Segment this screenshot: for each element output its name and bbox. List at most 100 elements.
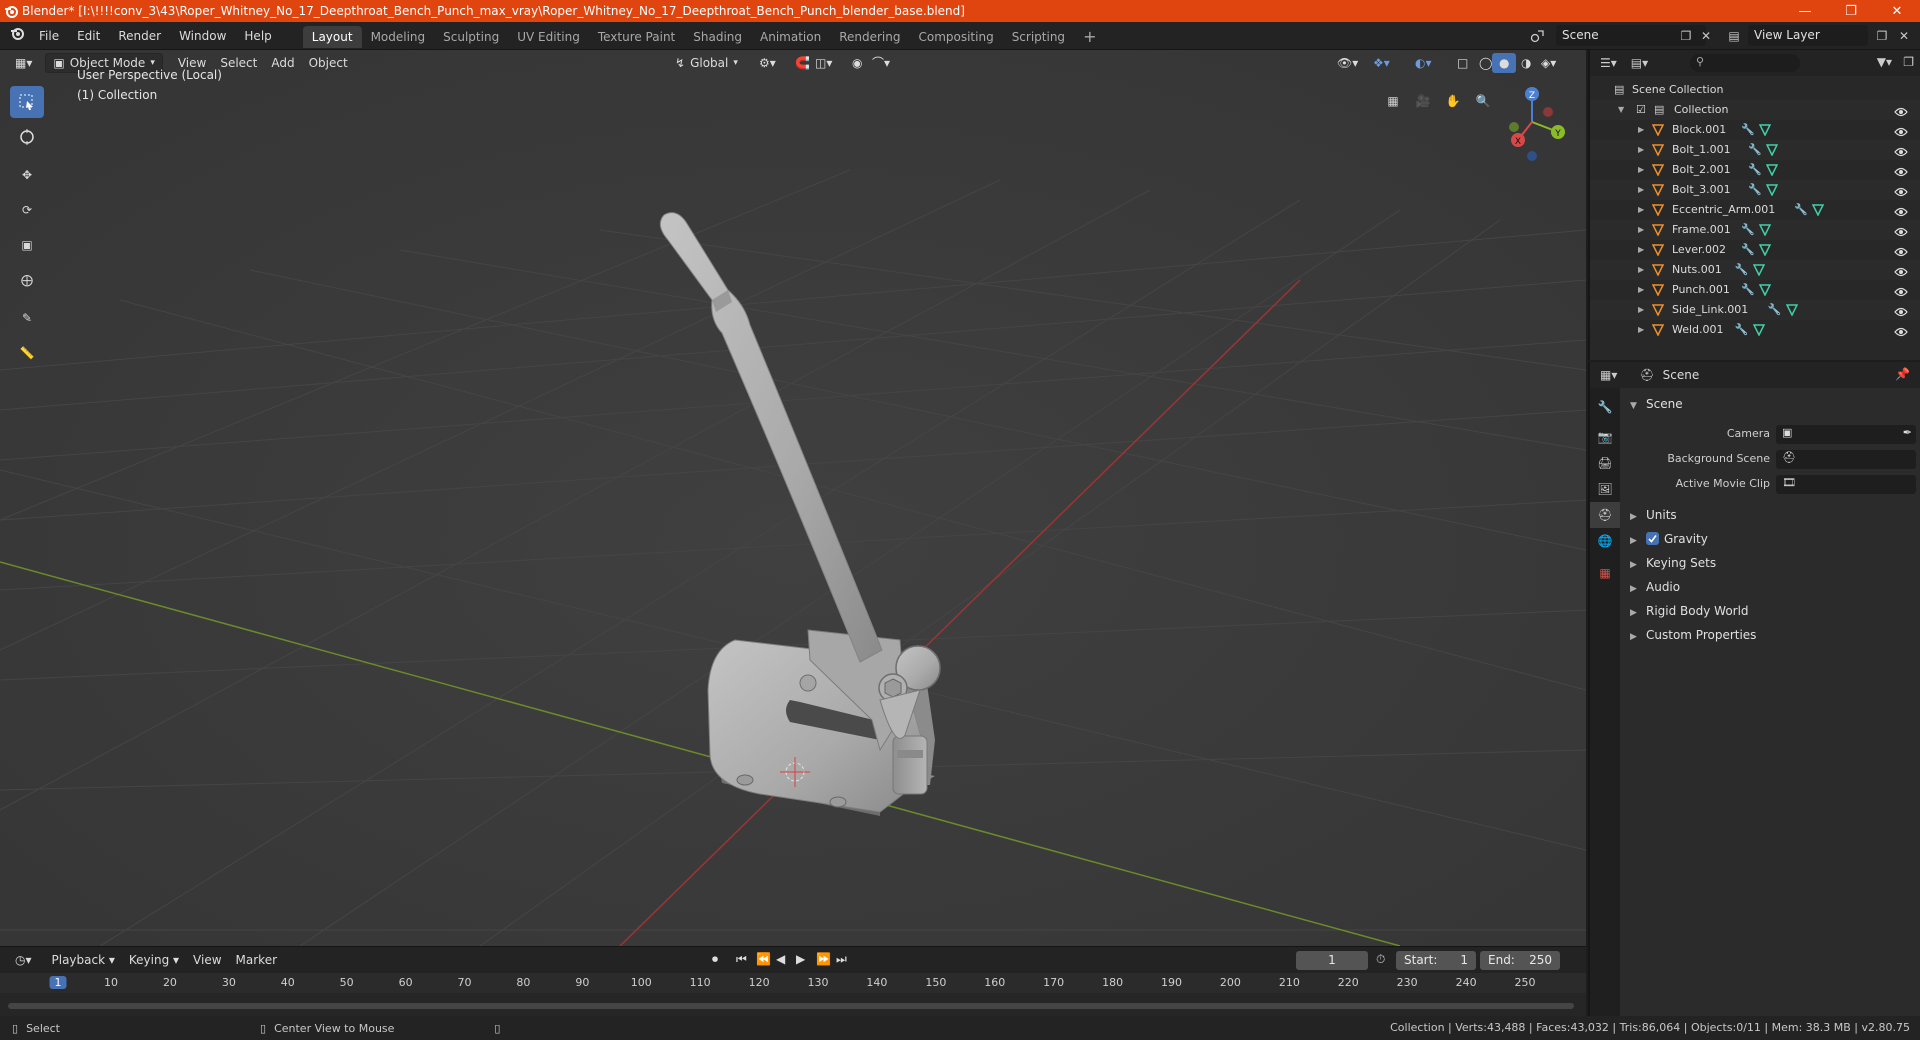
- collection-row[interactable]: ▼ ☑ ▤ Collection: [1590, 100, 1920, 120]
- expand-arrow-icon[interactable]: ▶: [1638, 200, 1644, 220]
- menu-window[interactable]: Window: [170, 22, 235, 50]
- select-box-tool[interactable]: [10, 86, 44, 118]
- editor-type-icon[interactable]: ▦▾: [8, 53, 39, 73]
- outliner-object-row[interactable]: ▶ Side_Link.001 🔧: [1590, 300, 1920, 320]
- display-mode-icon[interactable]: ▤▾: [1631, 56, 1648, 70]
- gizmo-toggle-icon[interactable]: ❖▾: [1366, 53, 1397, 73]
- expand-arrow-icon[interactable]: ▶: [1638, 280, 1644, 300]
- texture-tab-icon[interactable]: ▦: [1590, 560, 1620, 586]
- outliner-object-row[interactable]: ▶ Lever.002 🔧: [1590, 240, 1920, 260]
- clock-icon[interactable]: ⏱: [1376, 952, 1385, 967]
- active-movie-clip-field[interactable]: 🎞: [1776, 475, 1916, 494]
- modifier-wrench-icon[interactable]: 🔧: [1794, 200, 1808, 220]
- gravity-panel-header[interactable]: ▶ Gravity: [1620, 527, 1920, 551]
- menu-render[interactable]: Render: [109, 22, 170, 50]
- add-workspace-icon[interactable]: +: [1074, 26, 1105, 48]
- start-frame-field[interactable]: Start: 1: [1396, 951, 1476, 970]
- outliner-search-input[interactable]: ⚲: [1690, 54, 1800, 72]
- toggle-grid-icon[interactable]: ▦: [1380, 88, 1406, 114]
- transform-orientation-dropdown[interactable]: ↯ Global ▾: [668, 53, 745, 73]
- outliner-editor-type-icon[interactable]: ☰▾: [1600, 56, 1617, 70]
- falloff-icon[interactable]: ⌒▾: [865, 53, 897, 73]
- outliner-object-row[interactable]: ▶ Punch.001 🔧: [1590, 280, 1920, 300]
- expand-arrow-icon[interactable]: ▶: [1638, 240, 1644, 260]
- modifier-wrench-icon[interactable]: 🔧: [1748, 160, 1762, 180]
- eyedropper-icon[interactable]: ✒: [1903, 426, 1912, 439]
- jump-end-icon[interactable]: ⏭: [836, 952, 847, 967]
- maximize-button[interactable]: ❐: [1828, 0, 1874, 22]
- tab-sculpting[interactable]: Sculpting: [434, 26, 508, 48]
- annotate-tool[interactable]: ✎: [10, 302, 44, 334]
- expand-arrow-icon[interactable]: ▶: [1638, 140, 1644, 160]
- modifier-wrench-icon[interactable]: 🔧: [1741, 280, 1755, 300]
- outliner-object-row[interactable]: ▶ Eccentric_Arm.001 🔧: [1590, 200, 1920, 220]
- pan-view-icon[interactable]: ✋: [1440, 88, 1466, 114]
- scene-collection-row[interactable]: ▤ Scene Collection: [1590, 80, 1920, 100]
- transform-tool[interactable]: ⨁: [10, 264, 44, 296]
- menu-edit[interactable]: Edit: [68, 22, 109, 50]
- snap-target-icon[interactable]: ◫▾: [808, 53, 839, 73]
- render-tab-icon[interactable]: 📷: [1590, 424, 1620, 450]
- rigid-body-world-panel-header[interactable]: ▶ Rigid Body World: [1620, 599, 1920, 623]
- new-scene-icon[interactable]: ❐: [1676, 26, 1696, 46]
- view-layer-tab-icon[interactable]: 🖼: [1590, 476, 1620, 502]
- camera-view-icon[interactable]: 🎥: [1410, 88, 1436, 114]
- prev-keyframe-icon[interactable]: ⏪: [756, 952, 771, 966]
- units-panel-header[interactable]: ▶ Units: [1620, 503, 1920, 527]
- scene-type-icon[interactable]: [1528, 26, 1548, 46]
- checkbox-icon[interactable]: ☑: [1636, 100, 1646, 120]
- viewport-menu-object[interactable]: Object: [302, 53, 355, 73]
- modifier-wrench-icon[interactable]: 🔧: [1748, 180, 1762, 200]
- viewport-menu-add[interactable]: Add: [264, 53, 301, 73]
- mesh-data-icon[interactable]: [1752, 320, 1766, 343]
- measure-tool[interactable]: 📏: [10, 337, 44, 369]
- modifier-wrench-icon[interactable]: 🔧: [1741, 120, 1755, 140]
- outliner-object-row[interactable]: ▶ Frame.001 🔧: [1590, 220, 1920, 240]
- audio-panel-header[interactable]: ▶ Audio: [1620, 575, 1920, 599]
- current-frame-field[interactable]: 1: [1296, 951, 1368, 970]
- rendered-shading-icon[interactable]: ◈▾: [1534, 53, 1563, 73]
- outliner-object-row[interactable]: ▶ Bolt_3.001 🔧: [1590, 180, 1920, 200]
- tab-modeling[interactable]: Modeling: [362, 26, 435, 48]
- move-tool[interactable]: ✥: [10, 159, 44, 191]
- timeline-editor-type-icon[interactable]: ◷▾: [8, 953, 39, 967]
- scene-tab-icon[interactable]: ⛑: [1590, 502, 1620, 528]
- pivot-point-icon[interactable]: ⚙▾: [752, 53, 783, 73]
- outliner-object-row[interactable]: ▶ Weld.001 🔧: [1590, 320, 1920, 340]
- overlay-toggle-icon[interactable]: ◐▾: [1408, 53, 1439, 73]
- timeline-menu-keying[interactable]: Keying ▾: [122, 953, 186, 967]
- expand-arrow-icon[interactable]: ▶: [1638, 260, 1644, 280]
- delete-scene-icon[interactable]: ✕: [1696, 26, 1716, 46]
- end-frame-field[interactable]: End: 250: [1480, 951, 1560, 970]
- outliner-object-row[interactable]: ▶ Bolt_2.001 🔧: [1590, 160, 1920, 180]
- modifier-wrench-icon[interactable]: 🔧: [1748, 140, 1762, 160]
- eye-icon[interactable]: [1894, 324, 1908, 344]
- current-frame-indicator[interactable]: 1: [49, 976, 67, 989]
- tab-shading[interactable]: Shading: [684, 26, 751, 48]
- custom-properties-panel-header[interactable]: ▶ Custom Properties: [1620, 623, 1920, 647]
- tab-compositing[interactable]: Compositing: [909, 26, 1002, 48]
- modifier-wrench-icon[interactable]: 🔧: [1741, 240, 1755, 260]
- output-tab-icon[interactable]: 🖨: [1590, 450, 1620, 476]
- timeline-menu-marker[interactable]: Marker: [229, 953, 284, 967]
- close-button[interactable]: ✕: [1874, 0, 1920, 22]
- modifier-wrench-icon[interactable]: 🔧: [1741, 220, 1755, 240]
- scene-panel-header[interactable]: ▼ Scene: [1620, 392, 1920, 416]
- properties-editor-type-icon[interactable]: ▦▾: [1600, 368, 1617, 382]
- filter-icon[interactable]: ▼▾: [1877, 55, 1892, 69]
- view-layer-icon[interactable]: ▤: [1724, 26, 1744, 46]
- cursor-tool[interactable]: [10, 121, 44, 153]
- play-icon[interactable]: ▶: [796, 952, 805, 966]
- tool-tab-icon[interactable]: 🔧: [1590, 394, 1620, 420]
- play-reverse-icon[interactable]: ◀: [776, 952, 785, 966]
- timeline-scrollbar[interactable]: [8, 1003, 1574, 1009]
- new-view-layer-icon[interactable]: ❐: [1872, 26, 1892, 46]
- expand-arrow-icon[interactable]: ▶: [1638, 160, 1644, 180]
- background-scene-field[interactable]: ⛑: [1776, 450, 1916, 469]
- frame-ruler[interactable]: 1 10 20 30 40 50 60 70 80 90 100 110 120 130 140 150 160…: [0, 973, 1586, 993]
- menu-file[interactable]: File: [30, 22, 68, 50]
- tab-layout[interactable]: Layout: [302, 26, 362, 48]
- tab-animation[interactable]: Animation: [751, 26, 830, 48]
- selectability-icon[interactable]: 👁▾: [1330, 53, 1365, 73]
- tab-scripting[interactable]: Scripting: [1003, 26, 1074, 48]
